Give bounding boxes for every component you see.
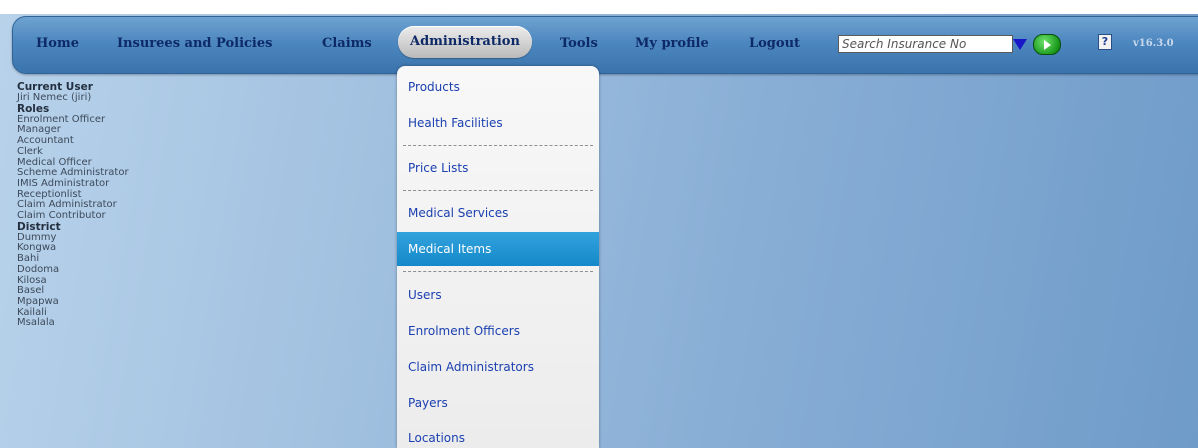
nav-home[interactable]: Home: [36, 36, 79, 51]
menu-separator: [403, 145, 593, 146]
nav-administration[interactable]: Administration: [398, 26, 532, 58]
menu-separator: [403, 190, 593, 191]
menu-item-enrolment-officers[interactable]: Enrolment Officers: [397, 314, 599, 348]
search-dropdown-arrow-icon[interactable]: [1013, 39, 1027, 50]
menu-item-payers[interactable]: Payers: [397, 386, 599, 420]
top-strip: [0, 0, 1198, 14]
current-user-name: Jiri Nemec (jiri): [17, 92, 92, 103]
user-info-panel: Current User Jiri Nemec (jiri) Roles Enr…: [17, 82, 237, 329]
menu-item-medical-items[interactable]: Medical Items: [397, 232, 599, 266]
district-item: Kilosa: [17, 274, 47, 286]
menu-item-health-facilities[interactable]: Health Facilities: [397, 106, 599, 140]
menu-item-users[interactable]: Users: [397, 278, 599, 312]
menu-item-medical-services[interactable]: Medical Services: [397, 196, 599, 230]
nav-tools[interactable]: Tools: [560, 36, 598, 51]
search-insurance-input[interactable]: Search Insurance No: [838, 35, 1013, 53]
help-icon[interactable]: ?: [1098, 34, 1112, 50]
district-item: Kongwa: [17, 242, 57, 254]
nav-insurees-policies[interactable]: Insurees and Policies: [117, 36, 272, 51]
menu-item-locations[interactable]: Locations: [397, 421, 599, 448]
search-go-icon[interactable]: [1033, 34, 1061, 55]
administration-dropdown-menu: Products Health Facilities Price Lists M…: [397, 66, 599, 448]
district-item: Mpapwa: [17, 295, 59, 307]
nav-logout[interactable]: Logout: [749, 36, 800, 51]
district-item: Msalala: [17, 317, 55, 329]
role-item: Accountant: [17, 135, 74, 147]
menu-item-products[interactable]: Products: [397, 70, 599, 104]
district-item: Dodoma: [17, 263, 60, 275]
nav-my-profile[interactable]: My profile: [635, 36, 709, 51]
role-item: Clerk: [17, 145, 43, 157]
menu-item-claim-administrators[interactable]: Claim Administrators: [397, 350, 599, 384]
nav-claims[interactable]: Claims: [322, 36, 372, 51]
version-label: v16.3.0: [1133, 38, 1174, 49]
play-icon: [1044, 40, 1051, 50]
menu-separator: [403, 271, 593, 272]
menu-item-price-lists[interactable]: Price Lists: [397, 151, 599, 185]
